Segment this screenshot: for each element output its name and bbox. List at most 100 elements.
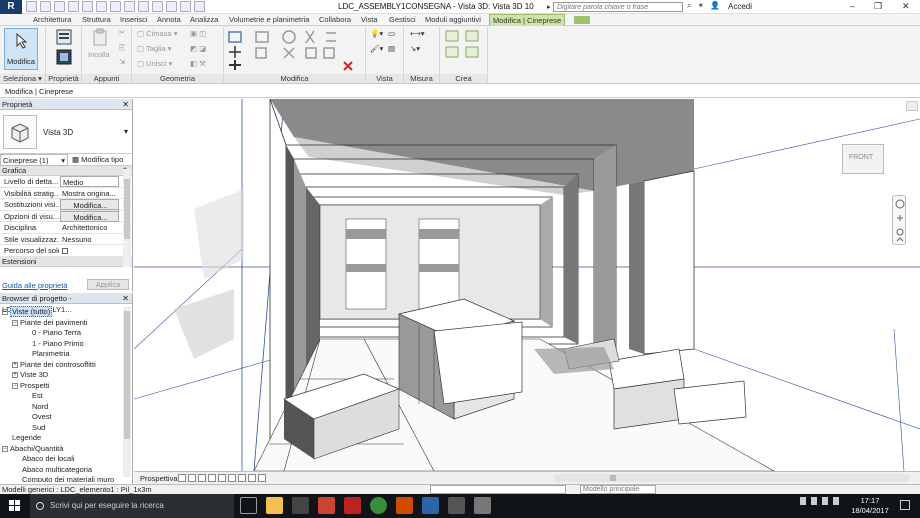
reveal-hidden-icon[interactable] <box>258 474 266 482</box>
3d-viewport[interactable]: FRONT <box>134 99 920 471</box>
close-button[interactable]: ✕ <box>902 1 910 12</box>
crop-visible-icon[interactable] <box>228 474 236 482</box>
bulb-icon[interactable]: 💡▾ <box>370 29 383 38</box>
maximize-button[interactable]: ❐ <box>874 1 882 12</box>
close-icon[interactable]: ✕ <box>122 99 129 110</box>
navigation-bar[interactable] <box>892 195 906 245</box>
binoculars-icon[interactable]: ⌕ <box>687 1 691 11</box>
tree-node[interactable]: − Abachi/Quantità <box>2 444 63 453</box>
tree-node[interactable]: − Viste (tutto) <box>2 306 53 317</box>
type-properties-icon[interactable] <box>55 48 73 66</box>
cut-geometry-button[interactable]: ▢ Taglia ▾ <box>137 44 172 53</box>
style-value[interactable]: Nessuno <box>60 234 119 245</box>
discipline-value[interactable]: Architettonico <box>60 222 119 233</box>
open-icon[interactable] <box>26 1 37 12</box>
collapse-icon[interactable]: − <box>12 319 18 326</box>
match-icon[interactable]: ⇲ <box>119 57 125 66</box>
minimize-button[interactable]: – <box>850 1 855 11</box>
text-icon[interactable] <box>124 1 135 12</box>
cut-icon[interactable]: ✂ <box>119 28 125 37</box>
notifications-icon[interactable] <box>900 500 910 510</box>
tab-inserisci[interactable]: Inserisci <box>120 15 148 24</box>
user-icon[interactable]: 👤 <box>710 1 720 11</box>
tab-architettura[interactable]: Architettura <box>33 15 71 24</box>
tree-node[interactable]: 1 - Piano Primo <box>22 339 84 348</box>
expand-icon[interactable]: + <box>12 372 18 379</box>
save-icon[interactable] <box>40 1 51 12</box>
visibility-value[interactable]: Mostra origina... <box>60 188 119 199</box>
file-explorer-icon[interactable] <box>266 497 283 514</box>
task-view-icon[interactable] <box>240 497 257 514</box>
tab-moduli-aggiuntivi[interactable]: Moduli aggiuntivi <box>425 15 481 24</box>
tray-arrow-icon[interactable] <box>800 497 806 505</box>
dimension-icon[interactable]: ↘▾ <box>410 44 420 53</box>
section-icon[interactable] <box>152 1 163 12</box>
volume-icon[interactable] <box>833 497 839 505</box>
render-icon[interactable] <box>208 474 216 482</box>
design-option-select[interactable]: Modello principale <box>580 485 656 494</box>
instance-filter-select[interactable]: Cineprese (1) ▾ <box>0 154 68 166</box>
close-hidden-icon[interactable] <box>180 1 191 12</box>
tab-vista[interactable]: Vista <box>361 15 378 24</box>
detail-level-field[interactable]: Medio <box>60 176 119 187</box>
tree-node[interactable]: Est <box>22 391 43 400</box>
horizontal-scrollbar[interactable] <box>554 474 910 482</box>
expand-icon[interactable]: + <box>12 361 18 368</box>
tree-node[interactable]: + Viste 3D <box>12 370 48 379</box>
office-icon[interactable] <box>396 497 413 514</box>
chrome-icon[interactable] <box>370 497 387 514</box>
tree-node[interactable]: Sud <box>22 423 45 432</box>
tree-node[interactable]: Ovest <box>22 412 52 421</box>
type-selector[interactable]: Vista 3D ▾ <box>0 110 132 154</box>
lock-icon[interactable] <box>238 474 246 482</box>
print-icon[interactable] <box>96 1 107 12</box>
battery-icon[interactable] <box>811 497 817 505</box>
app-icon[interactable] <box>474 497 491 514</box>
sun-path-checkbox[interactable] <box>62 248 68 255</box>
properties-help-link[interactable]: Guida alle proprietà <box>2 281 67 290</box>
tree-node[interactable]: Computo dei materiali muro <box>12 475 114 482</box>
collapse-icon[interactable]: − <box>2 445 8 452</box>
taskbar-search[interactable]: Scrivi qui per eseguire la ricerca <box>30 494 234 518</box>
photos-icon[interactable] <box>448 497 465 514</box>
sync-icon[interactable] <box>54 1 65 12</box>
app-red-icon[interactable] <box>318 497 335 514</box>
display-options-edit-button[interactable]: Modifica... <box>60 210 119 222</box>
tab-struttura[interactable]: Struttura <box>82 15 111 24</box>
visual-style-icon[interactable] <box>178 474 186 482</box>
workset-field[interactable] <box>430 485 566 494</box>
tree-node[interactable]: − Prospetti <box>12 381 50 390</box>
override-icon[interactable]: ▤ <box>388 44 395 53</box>
properties-icon[interactable] <box>55 28 73 46</box>
tree-node[interactable]: + Piante dei controsoffitti <box>12 360 96 369</box>
view-cube[interactable]: FRONT <box>842 144 884 174</box>
3d-view-icon[interactable] <box>138 1 149 12</box>
cope-button[interactable]: ▢ Cimasa ▾ <box>137 29 177 38</box>
select-panel-label[interactable]: Seleziona ▾ <box>0 74 45 83</box>
thin-lines-icon[interactable] <box>166 1 177 12</box>
hide-isolate-icon[interactable] <box>248 474 256 482</box>
edit-type-button[interactable]: ▦ Modifica tipo <box>72 154 123 166</box>
tree-node[interactable]: Legende <box>2 433 41 442</box>
modify-tools[interactable] <box>226 28 366 76</box>
crop-icon[interactable] <box>218 474 226 482</box>
copy-icon[interactable]: ⎘ <box>119 43 125 53</box>
paint-icon[interactable]: ◩ ◪ <box>190 44 206 53</box>
properties-scrollbar[interactable] <box>123 169 131 267</box>
paint-brush-icon[interactable]: 🖌▾ <box>370 44 383 53</box>
modify-button[interactable]: Modifica <box>4 28 38 70</box>
wifi-icon[interactable] <box>822 497 828 505</box>
shadows-icon[interactable] <box>198 474 206 482</box>
geometry-tool-icon[interactable]: ▣ ◫ <box>190 29 206 38</box>
chevron-down-icon[interactable]: ▾ <box>124 127 128 136</box>
revit-logo[interactable]: R <box>0 0 22 14</box>
tree-node[interactable]: Planimetria <box>22 349 70 358</box>
tree-node[interactable]: Nord <box>22 402 48 411</box>
tab-collabora[interactable]: Collabora <box>319 15 351 24</box>
group-extents[interactable]: Estensioni⌄ <box>0 256 132 267</box>
revit-taskbar-icon[interactable] <box>422 497 439 514</box>
tab-modifica-cineprese[interactable]: Modifica | Cineprese <box>489 14 566 26</box>
paste-icon[interactable] <box>92 28 108 46</box>
tree-node[interactable]: Abaco multicategoria <box>12 465 92 474</box>
tab-annota[interactable]: Annota <box>157 15 181 24</box>
